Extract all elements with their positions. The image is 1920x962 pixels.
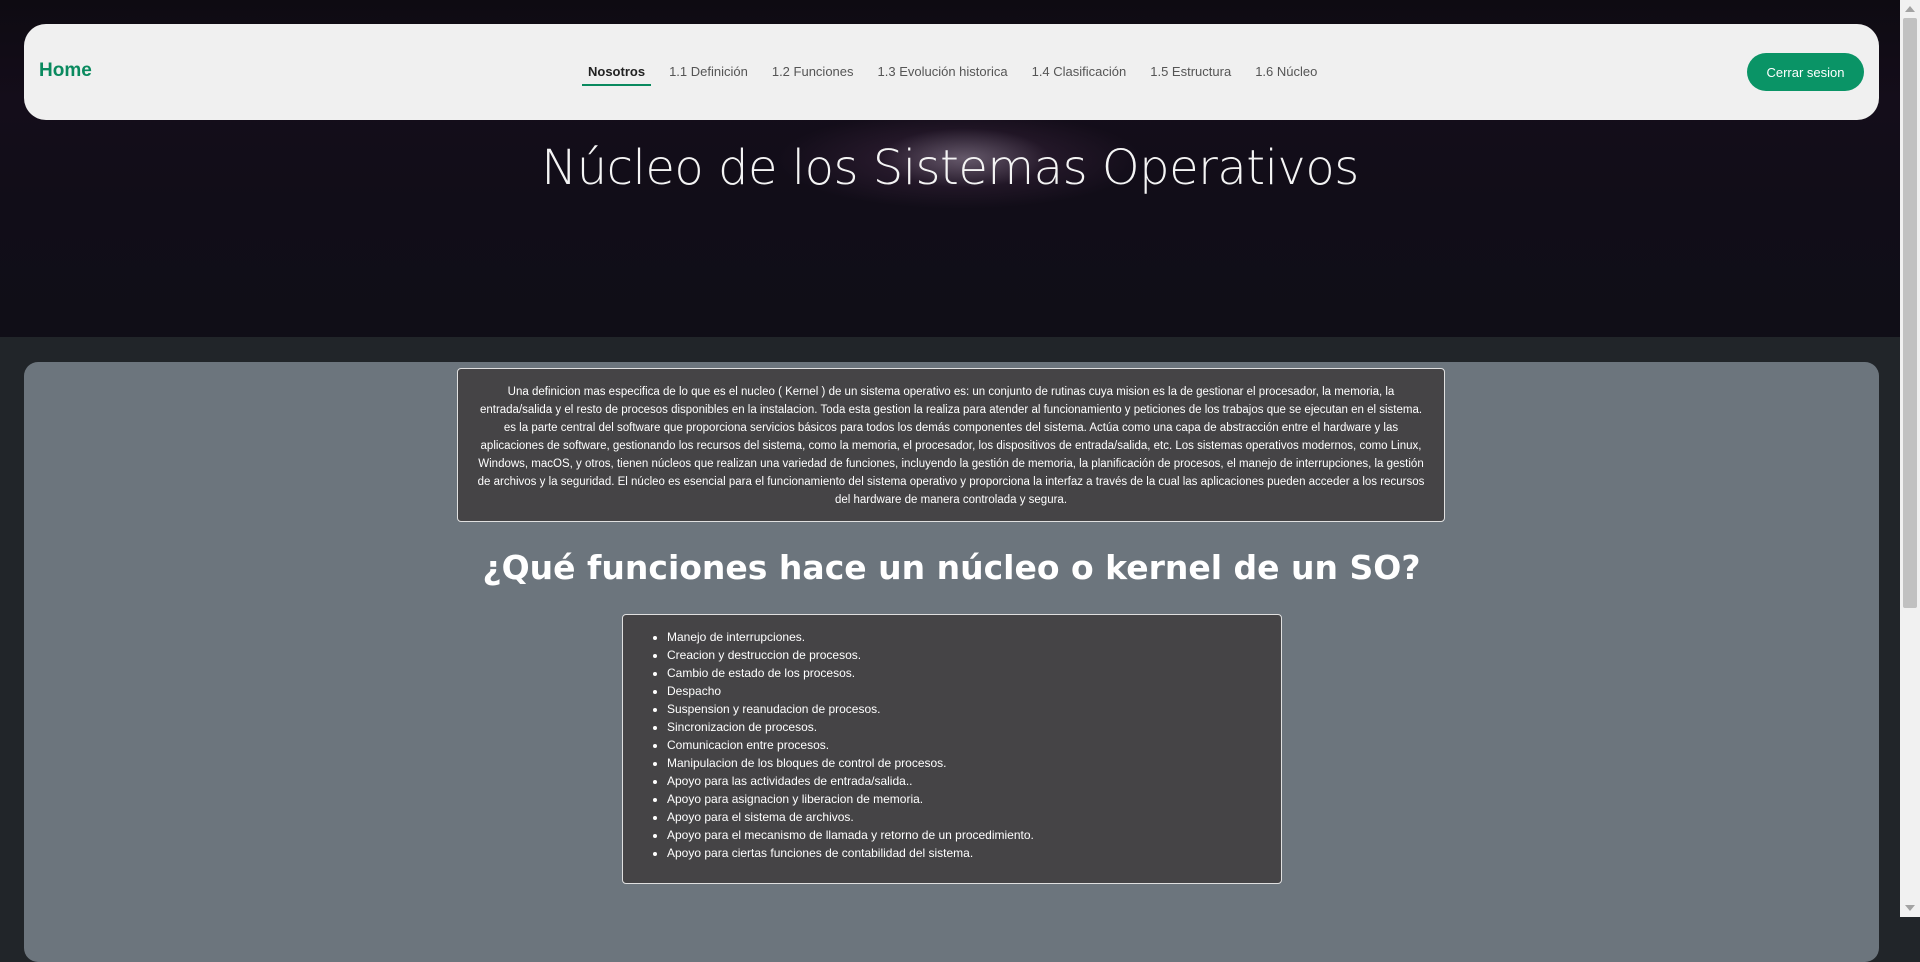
nav-link-nucleo[interactable]: 1.6 Núcleo (1243, 48, 1329, 96)
list-item: Creacion y destruccion de procesos. (667, 646, 1265, 664)
scrollbar-thumb[interactable] (1903, 18, 1917, 608)
navbar: Home Nosotros 1.1 Definición 1.2 Funcion… (24, 24, 1879, 120)
section-title: ¿Qué funciones hace un núcleo o kernel d… (482, 548, 1421, 587)
nav-links: Nosotros 1.1 Definición 1.2 Funciones 1.… (576, 48, 1329, 96)
main-content: Una definicion mas especifica de lo que … (24, 362, 1879, 962)
nav-link-estructura[interactable]: 1.5 Estructura (1138, 48, 1243, 96)
intro-text-box: Una definicion mas especifica de lo que … (457, 368, 1445, 522)
list-item: Cambio de estado de los procesos. (667, 664, 1265, 682)
list-item: Apoyo para las actividades de entrada/sa… (667, 772, 1265, 790)
nav-link-funciones[interactable]: 1.2 Funciones (760, 48, 866, 96)
nav-link-evolucion-historica[interactable]: 1.3 Evolución historica (866, 48, 1020, 96)
list-item: Apoyo para el sistema de archivos. (667, 808, 1265, 826)
list-item: Suspension y reanudacion de procesos. (667, 700, 1265, 718)
scroll-down-arrow-icon[interactable] (1905, 905, 1915, 911)
home-link[interactable]: Home (39, 60, 92, 82)
logout-button[interactable]: Cerrar sesion (1747, 53, 1864, 91)
nav-link-nosotros[interactable]: Nosotros (576, 48, 657, 96)
list-item: Manipulacion de los bloques de control d… (667, 754, 1265, 772)
functions-list-box: Manejo de interrupciones. Creacion y des… (622, 614, 1282, 884)
nav-link-definicion[interactable]: 1.1 Definición (657, 48, 760, 96)
list-item: Sincronizacion de procesos. (667, 718, 1265, 736)
hero-title: Núcleo de los Sistemas Operativos (541, 140, 1359, 196)
nav-link-clasificacion[interactable]: 1.4 Clasificación (1020, 48, 1139, 96)
list-item: Apoyo para el mecanismo de llamada y ret… (667, 826, 1265, 844)
functions-list: Manejo de interrupciones. Creacion y des… (639, 628, 1265, 862)
vertical-scrollbar[interactable] (1900, 0, 1920, 917)
list-item: Manejo de interrupciones. (667, 628, 1265, 646)
list-item: Despacho (667, 682, 1265, 700)
list-item: Apoyo para ciertas funciones de contabil… (667, 844, 1265, 862)
list-item: Apoyo para asignacion y liberacion de me… (667, 790, 1265, 808)
list-item: Comunicacion entre procesos. (667, 736, 1265, 754)
scroll-up-arrow-icon[interactable] (1905, 6, 1915, 12)
